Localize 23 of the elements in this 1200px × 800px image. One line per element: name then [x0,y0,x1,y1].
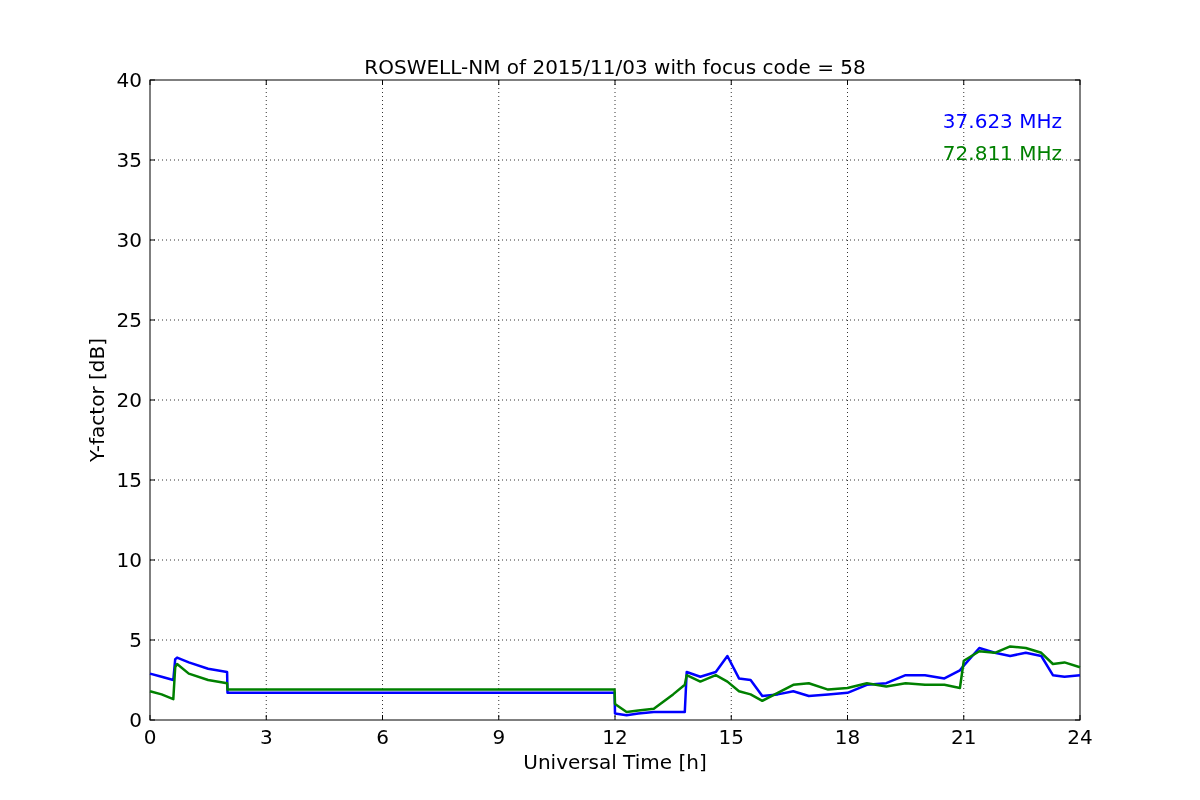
y-tick-label: 35 [116,148,142,172]
y-tick-label: 0 [129,708,142,732]
y-tick-label: 25 [116,308,142,332]
y-tick-label: 30 [116,228,142,252]
x-axis-label: Universal Time [h] [523,750,707,774]
x-tick-label: 24 [1067,725,1093,749]
y-tick-label: 10 [116,548,142,572]
x-tick-label: 12 [602,725,628,749]
x-tick-label: 9 [492,725,506,749]
x-tick-label: 6 [376,725,389,749]
y-tick-label: 15 [116,468,142,492]
legend-label: 37.623 MHz [942,109,1062,133]
legend-label: 72.811 MHz [942,141,1062,165]
x-tick-label: 0 [143,725,157,749]
chart-title: ROSWELL-NM of 2015/11/03 with focus code = 58 [364,55,866,79]
y-tick-label: 20 [116,388,142,412]
y-tick-label: 5 [129,628,142,652]
y-axis-label: Y-factor [dB] [85,338,109,462]
x-tick-label: 18 [834,725,861,749]
x-tick-label: 21 [951,725,977,749]
y-tick-label: 40 [116,68,142,92]
x-tick-label: 3 [259,725,273,749]
x-tick-label: 15 [718,725,744,749]
